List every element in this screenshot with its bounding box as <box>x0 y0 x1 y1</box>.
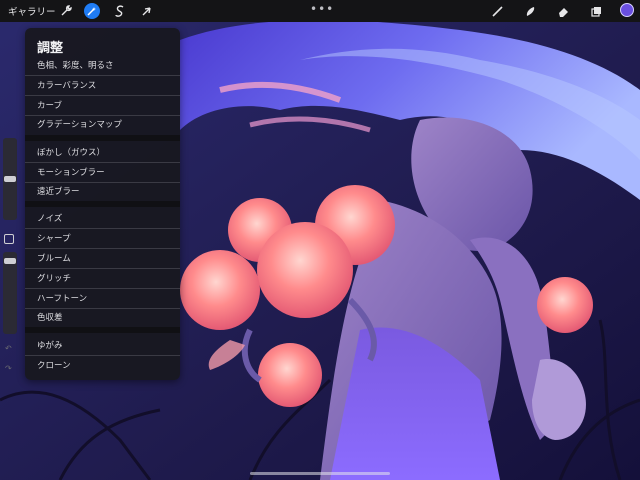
group-divider <box>25 327 180 333</box>
more-options-button[interactable]: ••• <box>310 2 334 16</box>
menu-item-gradient-map[interactable]: グラデーションマップ <box>25 114 180 134</box>
menu-item-chromatic-aberration[interactable]: 色収差 <box>25 307 180 327</box>
color-picker-button[interactable] <box>620 3 634 17</box>
brush-icon[interactable] <box>489 3 505 19</box>
eraser-icon[interactable] <box>555 3 571 19</box>
group-divider <box>25 201 180 207</box>
group-divider <box>25 135 180 141</box>
menu-item-color-balance[interactable]: カラーバランス <box>25 75 180 95</box>
redo-icon[interactable]: ↷ <box>5 364 12 373</box>
menu-item-noise[interactable]: ノイズ <box>25 208 180 228</box>
menu-item-bloom[interactable]: ブルーム <box>25 248 180 268</box>
gallery-button[interactable]: ギャラリー <box>8 4 56 18</box>
menu-item-sharpen[interactable]: シャープ <box>25 228 180 248</box>
arrow-cursor-icon[interactable] <box>138 3 154 19</box>
menu-item-glitch[interactable]: グリッチ <box>25 268 180 288</box>
smudge-icon[interactable] <box>522 3 538 19</box>
menu-item-gaussian-blur[interactable]: ぼかし（ガウス） <box>25 142 180 162</box>
adjustments-menu: 調整 色相、彩度、明るさ カラーバランス カーブ グラデーションマップ ぼかし（… <box>25 28 180 380</box>
layers-icon[interactable] <box>588 3 604 19</box>
magic-wand-icon[interactable] <box>84 3 100 19</box>
menu-title: 調整 <box>37 41 64 56</box>
undo-icon[interactable]: ↶ <box>5 344 12 353</box>
wrench-icon[interactable] <box>58 3 74 19</box>
square-modify-icon[interactable] <box>4 234 14 244</box>
left-sidebar: ↶ ↷ <box>0 138 22 388</box>
menu-item-liquify[interactable]: ゆがみ <box>25 335 180 355</box>
menu-item-halftone[interactable]: ハーフトーン <box>25 288 180 308</box>
brush-size-slider[interactable] <box>3 138 17 220</box>
menu-item-motion-blur[interactable]: モーションブラー <box>25 162 180 182</box>
menu-item-curves[interactable]: カーブ <box>25 95 180 115</box>
selection-s-icon[interactable] <box>112 3 128 19</box>
brush-size-handle[interactable] <box>4 176 16 182</box>
home-indicator[interactable] <box>250 472 390 475</box>
opacity-handle[interactable] <box>4 258 16 264</box>
menu-item-perspective-blur[interactable]: 遠近ブラー <box>25 181 180 201</box>
menu-item-clone[interactable]: クローン <box>25 355 180 375</box>
top-toolbar: ギャラリー ••• <box>0 0 640 22</box>
menu-item-hue-saturation-brightness[interactable]: 色相、彩度、明るさ <box>25 55 180 75</box>
opacity-slider[interactable] <box>3 252 17 334</box>
